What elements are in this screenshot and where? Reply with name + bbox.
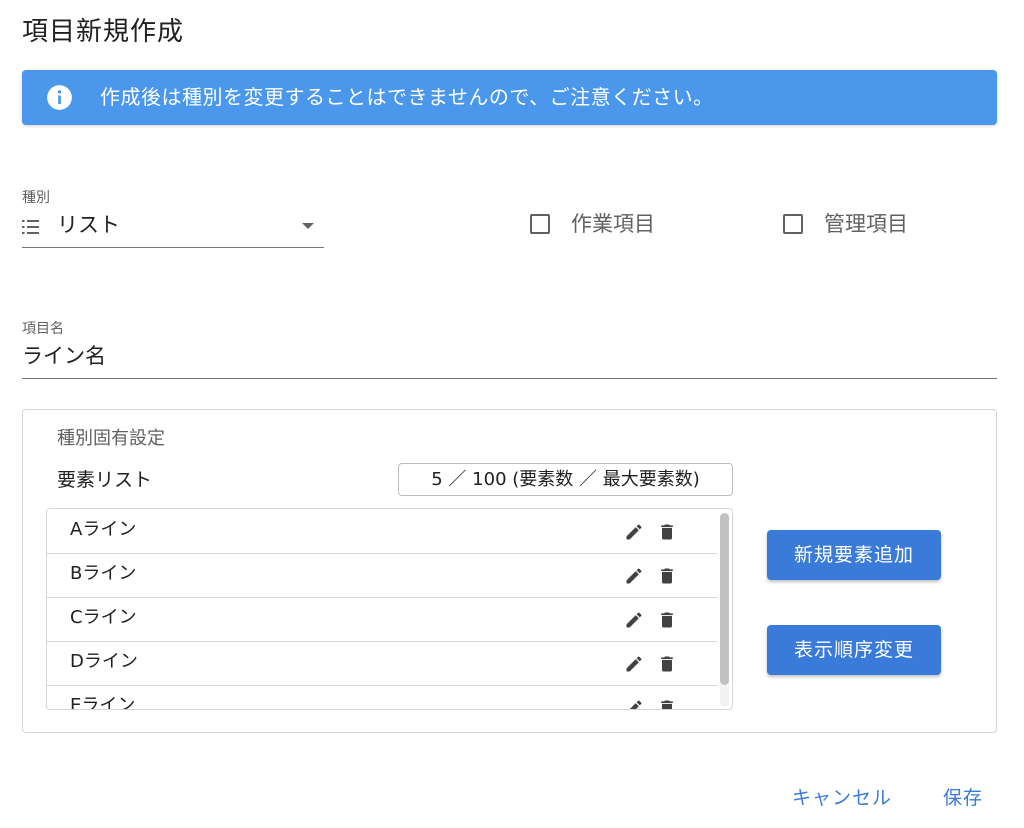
management-item-checkbox[interactable]: 管理項目 xyxy=(783,211,923,241)
element-count: 5 ／ 100 (要素数 ／ 最大要素数) xyxy=(398,463,733,496)
dropdown-arrow-icon xyxy=(302,223,314,229)
list-item[interactable]: Dライン xyxy=(47,641,717,686)
checkbox-box[interactable] xyxy=(530,214,550,234)
type-specific-settings: 種別固有設定 要素リスト 5 ／ 100 (要素数 ／ 最大要素数) Aライン … xyxy=(22,409,997,733)
trash-icon[interactable] xyxy=(657,610,677,630)
item-name-field xyxy=(22,336,997,379)
pencil-icon[interactable] xyxy=(624,566,644,586)
item-name-input[interactable] xyxy=(22,338,982,372)
type-select-value: リスト xyxy=(57,213,120,237)
element-list[interactable]: Aライン Bライン Cライン Dライン Eライン xyxy=(46,508,733,710)
type-label: 種別 xyxy=(22,190,50,206)
trash-icon[interactable] xyxy=(657,654,677,674)
pencil-icon[interactable] xyxy=(624,698,644,709)
trash-icon[interactable] xyxy=(657,522,677,542)
work-item-checkbox[interactable]: 作業項目 xyxy=(530,211,670,241)
item-name-label: 項目名 xyxy=(22,321,64,337)
list-item-label: Cライン xyxy=(70,607,137,628)
add-element-button[interactable]: 新規要素追加 xyxy=(767,530,941,580)
management-item-label: 管理項目 xyxy=(824,212,908,236)
trash-icon[interactable] xyxy=(657,698,677,709)
scrollbar-thumb[interactable] xyxy=(720,513,729,685)
type-select[interactable]: リスト xyxy=(22,205,324,248)
pencil-icon[interactable] xyxy=(624,610,644,630)
pencil-icon[interactable] xyxy=(624,522,644,542)
info-icon xyxy=(46,84,73,111)
cancel-button[interactable]: キャンセル xyxy=(792,784,892,812)
trash-icon[interactable] xyxy=(657,566,677,586)
list-icon xyxy=(22,219,42,235)
reorder-button[interactable]: 表示順序変更 xyxy=(767,625,941,675)
dialog-title: 項目新規作成 xyxy=(22,17,185,47)
checkbox-box[interactable] xyxy=(783,214,803,234)
list-item-label: Aライン xyxy=(70,519,137,540)
work-item-label: 作業項目 xyxy=(571,212,655,236)
list-item[interactable]: Cライン xyxy=(47,597,717,642)
save-button[interactable]: 保存 xyxy=(943,784,983,812)
list-item[interactable]: Bライン xyxy=(47,553,717,598)
alert-message: 作成後は種別を変更することはできませんので、ご注意ください。 xyxy=(100,85,714,109)
pencil-icon[interactable] xyxy=(624,654,644,674)
list-item-label: Eライン xyxy=(70,695,136,710)
settings-title: 種別固有設定 xyxy=(57,428,165,449)
list-item-label: Dライン xyxy=(70,651,138,672)
list-item[interactable]: Aライン xyxy=(47,509,717,554)
list-item-label: Bライン xyxy=(70,563,137,584)
info-alert: 作成後は種別を変更することはできませんので、ご注意ください。 xyxy=(22,70,997,125)
elements-list-label: 要素リスト xyxy=(57,469,153,491)
list-item[interactable]: Eライン xyxy=(47,685,717,710)
create-item-dialog: 項目新規作成 作成後は種別を変更することはできませんので、ご注意ください。 種別… xyxy=(0,0,1024,828)
